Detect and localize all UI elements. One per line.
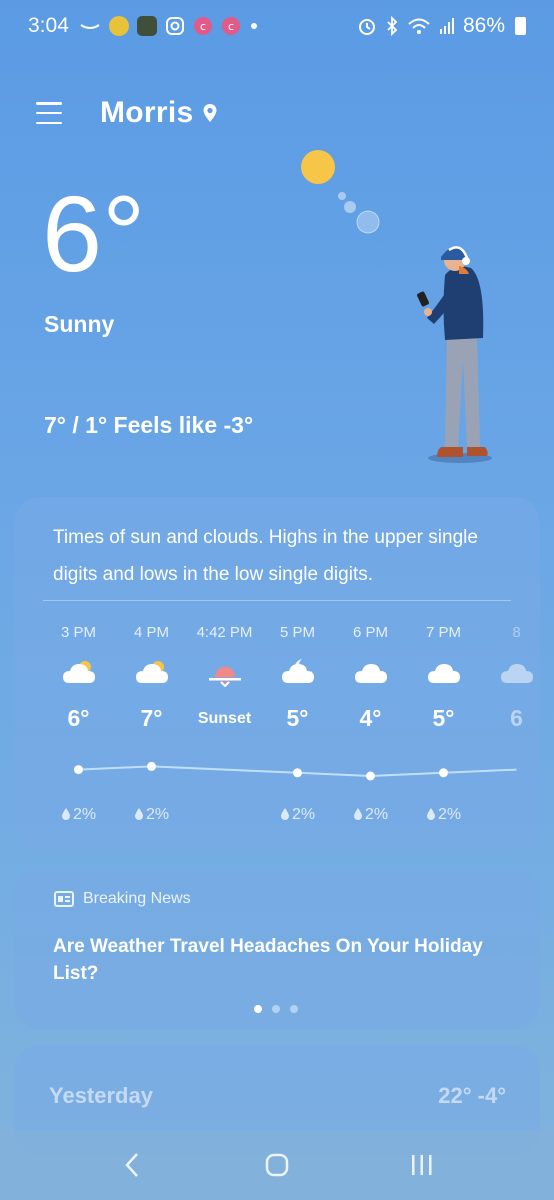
news-header: Breaking News (54, 890, 191, 908)
status-time: 3:04 (28, 14, 69, 37)
mcdonalds-icon: c (193, 17, 212, 35)
cloudy-icon (353, 657, 389, 687)
back-icon (125, 1153, 139, 1177)
battery-percent: 86% (462, 14, 505, 37)
mcdonalds-icon: c (221, 17, 240, 35)
hour-temperature: 6 (510, 705, 523, 731)
hour-temperature: 5° (432, 705, 455, 731)
partly-sunny-icon (61, 657, 97, 687)
cloudy-icon (499, 657, 535, 687)
cloudy-night-icon (280, 657, 316, 687)
hour-precipitation: 2% (115, 806, 188, 824)
hour-time: 3 PM (60, 624, 96, 641)
svg-text:c: c (200, 20, 206, 33)
status-bar: 3:04 c c 86% (0, 0, 554, 52)
sunset-icon (207, 657, 243, 688)
home-icon (265, 1153, 289, 1177)
current-condition: Sunny (44, 311, 115, 337)
app-icon (136, 16, 157, 36)
hour-time: 5 PM (279, 624, 315, 641)
newspaper-icon (54, 891, 74, 907)
hour-temperature: 4° (359, 705, 382, 731)
hour-time: 7 PM (425, 624, 461, 641)
hour-precipitation: 2% (334, 806, 407, 824)
yesterday-label: Yesterday (49, 1083, 153, 1108)
location-pin-icon (203, 104, 216, 122)
instagram-icon (165, 17, 184, 35)
news-card[interactable]: Breaking News Are Weather Travel Headach… (14, 867, 540, 1029)
coins-icon (108, 16, 129, 36)
hour-item: 7 PM 5° 2% (407, 497, 480, 851)
cloudy-icon (426, 657, 462, 687)
wifi-icon (408, 18, 430, 34)
battery-icon (515, 17, 526, 35)
status-right: 86% (357, 14, 526, 38)
svg-text:c: c (228, 20, 234, 33)
hour-time: 8 (512, 624, 521, 641)
page-dot-1 (254, 1005, 262, 1013)
bluetooth-icon (387, 16, 398, 36)
weather-illustration (301, 150, 492, 463)
recents-icon (411, 1155, 432, 1175)
news-title[interactable]: Are Weather Travel Headaches On Your Hol… (53, 933, 513, 987)
hour-item: 4:42 PM Sunset (188, 497, 261, 851)
hour-temperature: Sunset (197, 710, 252, 727)
hour-time: 6 PM (352, 624, 388, 641)
yesterday-temps: 22° -4° (438, 1083, 506, 1108)
hour-item: 5 PM 5° 2% (261, 497, 334, 851)
home-button[interactable] (257, 1145, 297, 1185)
page-dot-2 (272, 1005, 280, 1013)
menu-icon[interactable] (36, 102, 62, 124)
page-dot-3 (290, 1005, 298, 1013)
hour-time: 4:42 PM (196, 624, 253, 641)
current-temperature: 6° (42, 173, 146, 294)
hour-temperature: 6° (67, 705, 90, 731)
hour-item: 86 (480, 497, 540, 851)
partly-sunny-icon (134, 657, 170, 687)
news-header-label: Breaking News (83, 890, 191, 907)
recents-button[interactable] (402, 1145, 442, 1185)
dot-icon (250, 23, 257, 29)
notification-icons: c c (79, 16, 259, 36)
hour-temperature: 7° (140, 705, 163, 731)
signal-icon (439, 18, 454, 34)
top-header: Morris (36, 96, 218, 130)
hour-item: 4 PM 7° 2% (115, 497, 188, 851)
hourly-forecast-list[interactable]: 3 PM 6° 2% 4 PM 7° 2% 4:42 PM Sunset 5 PM 5° 2% 6 P… (14, 497, 540, 851)
hour-time: 4 PM (133, 624, 169, 641)
hourly-forecast-card: Times of sun and clouds. Highs in the up… (14, 497, 540, 851)
hour-temperature: 5° (286, 705, 309, 731)
page-indicator (254, 1005, 298, 1013)
city-name[interactable]: Morris (100, 96, 194, 130)
hour-item: 3 PM 6° 2% (42, 497, 115, 851)
hour-precipitation: 2% (407, 806, 480, 824)
amazon-icon (80, 24, 100, 29)
hour-precipitation: 2% (261, 806, 334, 824)
sun-icon (301, 150, 335, 184)
hour-precipitation: 2% (42, 806, 115, 824)
alarm-icon (358, 19, 375, 35)
back-button[interactable] (112, 1145, 152, 1185)
navigation-bar (0, 1130, 554, 1200)
hour-item: 6 PM 4° 2% (334, 497, 407, 851)
hi-lo-feels-like: 7° / 1° Feels like -3° (44, 412, 254, 438)
